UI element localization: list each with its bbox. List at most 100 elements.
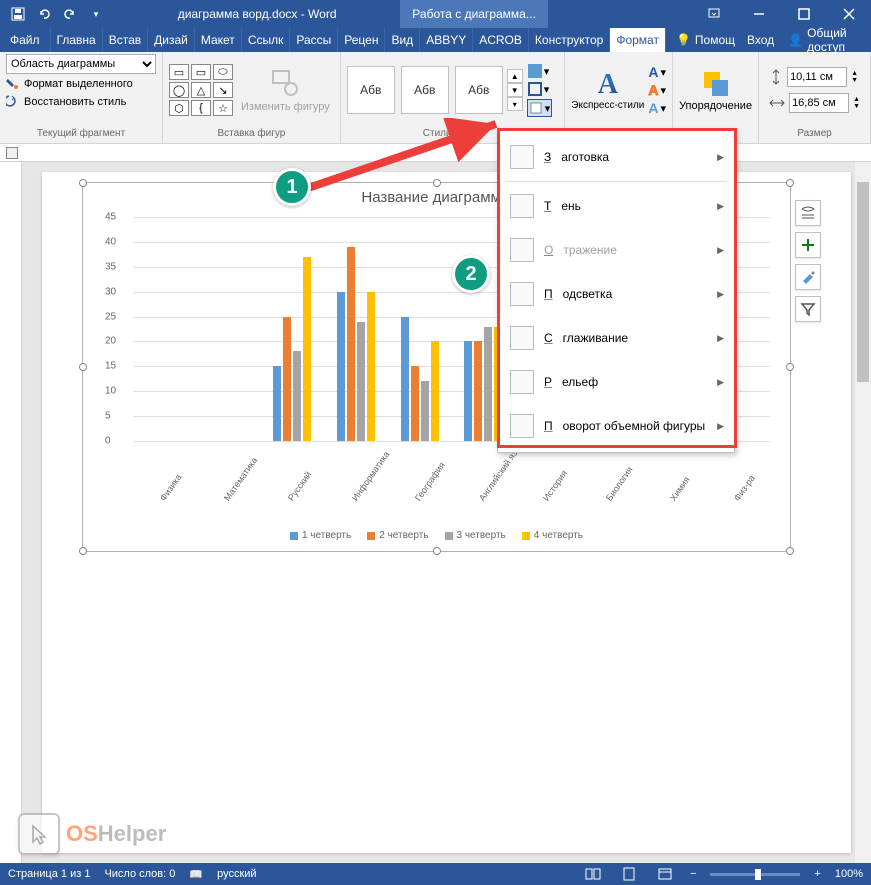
tab-главна[interactable]: Главна — [51, 28, 103, 52]
qat-more-button[interactable]: ▾ — [84, 2, 108, 26]
tab-рассы[interactable]: Рассы — [290, 28, 338, 52]
text-fill-button[interactable]: A▾ — [648, 64, 666, 80]
change-shape-button: Изменить фигуру — [237, 65, 334, 115]
gallery-up[interactable]: ▲ — [507, 69, 523, 83]
tab-ссылк[interactable]: Ссылк — [242, 28, 291, 52]
save-button[interactable] — [6, 2, 30, 26]
title-bar: ▾ диаграмма ворд.docx - Word Работа с ди… — [0, 0, 871, 28]
effect-preview-icon — [510, 145, 534, 169]
shape-fill-button[interactable]: ▾ — [527, 63, 553, 79]
status-bar: Страница 1 из 1 Число слов: 0 📖 русский … — [0, 863, 871, 885]
login-link[interactable]: Вход — [741, 28, 780, 52]
tell-me[interactable]: 💡Помощ — [670, 28, 741, 52]
format-selection-button[interactable]: Формат выделенного — [6, 76, 133, 92]
ribbon: Область диаграммы Формат выделенного Вос… — [0, 52, 871, 144]
language-indicator[interactable]: русский — [217, 868, 256, 880]
spin-up[interactable]: ▲ — [851, 70, 858, 77]
web-layout-button[interactable] — [654, 865, 676, 883]
cursor-icon — [18, 813, 60, 855]
group-label: Вставка фигур — [169, 126, 334, 141]
chart-styles-button[interactable] — [795, 264, 821, 290]
gallery-more[interactable]: ▾ — [507, 97, 523, 111]
shape-effects-button[interactable]: ▾ — [527, 99, 553, 117]
zoom-out-button[interactable]: − — [690, 868, 696, 880]
ribbon-group-shapes: ▭▭⬭ ◯△↘ ⬡{☆ Изменить фигуру Вставка фигу… — [163, 52, 341, 143]
layout-options-button[interactable] — [795, 200, 821, 226]
vertical-scrollbar[interactable] — [855, 162, 871, 863]
shape-outline-button[interactable]: ▾ — [527, 81, 553, 97]
spin-down[interactable]: ▼ — [853, 103, 860, 110]
arrange-button[interactable]: Упорядочение — [679, 68, 752, 112]
read-mode-button[interactable] — [582, 865, 604, 883]
gallery-scroll: ▲ ▼ ▾ — [507, 69, 523, 111]
style-swatch[interactable]: Абв — [347, 66, 395, 114]
zoom-slider[interactable] — [710, 873, 800, 876]
undo-button[interactable] — [32, 2, 56, 26]
annotation-badge-2: 2 — [452, 255, 490, 293]
style-swatch[interactable]: Абв — [455, 66, 503, 114]
chart-legend[interactable]: 1 четверть2 четверть3 четверть4 четверть — [83, 530, 790, 541]
effect-preview-icon — [510, 370, 534, 394]
spellcheck-icon[interactable]: 📖 — [189, 868, 203, 881]
effects-menu-item[interactable]: Подсветка▶ — [498, 272, 734, 316]
tab-макет[interactable]: Макет — [195, 28, 242, 52]
width-input[interactable] — [789, 93, 849, 113]
maximize-button[interactable] — [781, 0, 826, 28]
tab-встав[interactable]: Встав — [103, 28, 148, 52]
tab-file[interactable]: Файл — [0, 28, 51, 52]
effect-preview-icon — [510, 414, 534, 438]
ribbon-tabs: Файл ГлавнаВставДизайМакетСсылкРассыРеце… — [0, 28, 871, 52]
zoom-in-button[interactable]: + — [814, 868, 820, 880]
shape-effects-menu: Заготовка▶ Тень▶Отражение▶Подсветка▶Сглаж… — [497, 130, 735, 453]
express-styles-button[interactable]: A Экспресс-стили — [571, 69, 644, 111]
horizontal-ruler[interactable] — [0, 144, 871, 162]
page-indicator[interactable]: Страница 1 из 1 — [8, 868, 90, 880]
arrange-icon — [700, 68, 732, 100]
style-swatch[interactable]: Абв — [401, 66, 449, 114]
vertical-ruler[interactable] — [0, 162, 22, 863]
word-count[interactable]: Число слов: 0 — [104, 868, 175, 880]
effects-menu-item[interactable]: Рельеф▶ — [498, 360, 734, 404]
tab-рецен[interactable]: Рецен — [338, 28, 385, 52]
effects-menu-item: Отражение▶ — [498, 228, 734, 272]
effects-menu-item[interactable]: Тень▶ — [498, 184, 734, 228]
text-effects-button[interactable]: A▾ — [648, 100, 666, 116]
tab-acrob[interactable]: ACROB — [473, 28, 529, 52]
height-icon — [769, 69, 783, 85]
shape-gallery[interactable]: ▭▭⬭ ◯△↘ ⬡{☆ — [169, 64, 233, 116]
chart-element-selector[interactable]: Область диаграммы — [6, 54, 156, 74]
effects-menu-item[interactable]: Заготовка▶ — [498, 135, 734, 179]
ribbon-options-button[interactable] — [691, 0, 736, 28]
print-layout-button[interactable] — [618, 865, 640, 883]
lightbulb-icon: 💡 — [676, 33, 691, 47]
chart-filters-button[interactable] — [795, 296, 821, 322]
tab-конструктор[interactable]: Конструктор — [529, 28, 610, 52]
width-icon — [769, 96, 785, 110]
share-button[interactable]: 👤Общий доступ — [780, 28, 871, 52]
tab-формат[interactable]: Формат — [610, 28, 666, 52]
tab-дизай[interactable]: Дизай — [148, 28, 195, 52]
ribbon-group-size: ▲▼ ▲▼ Размер — [759, 52, 871, 143]
spin-up[interactable]: ▲ — [853, 96, 860, 103]
effects-menu-item[interactable]: Сглаживание▶ — [498, 316, 734, 360]
close-button[interactable] — [826, 0, 871, 28]
ribbon-group-selection: Область диаграммы Формат выделенного Вос… — [0, 52, 163, 143]
group-label: Текущий фрагмент — [6, 126, 156, 141]
chart-x-labels: ФизикаМатематикаРусскийИнформатикаГеогра… — [133, 447, 770, 507]
group-label: Размер — [765, 126, 864, 141]
reset-style-button[interactable]: Восстановить стиль — [6, 94, 126, 110]
shape-style-gallery[interactable]: Абв Абв Абв — [347, 66, 503, 114]
height-input[interactable] — [787, 67, 847, 87]
text-outline-button[interactable]: A▾ — [648, 82, 666, 98]
redo-button[interactable] — [58, 2, 82, 26]
tab-abbyy[interactable]: ABBYY — [420, 28, 473, 52]
effects-menu-item[interactable]: Поворот объемной фигуры▶ — [498, 404, 734, 448]
gallery-down[interactable]: ▼ — [507, 83, 523, 97]
spin-down[interactable]: ▼ — [851, 77, 858, 84]
tab-вид[interactable]: Вид — [385, 28, 420, 52]
minimize-button[interactable] — [736, 0, 781, 28]
person-icon: 👤 — [788, 33, 803, 47]
chart-elements-button[interactable] — [795, 232, 821, 258]
zoom-level[interactable]: 100% — [835, 868, 863, 880]
document-area: Название диаграммы 051015202530354045 Фи… — [0, 162, 871, 863]
